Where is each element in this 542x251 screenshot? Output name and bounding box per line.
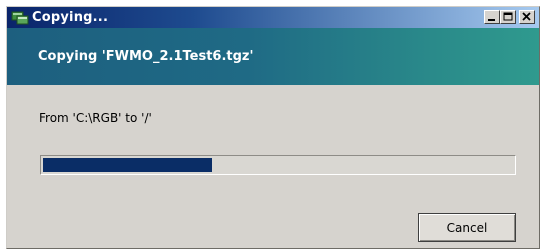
close-button[interactable]	[519, 10, 535, 24]
maximize-button[interactable]	[500, 10, 516, 24]
copying-file-label: Copying 'FWMO_2.1Test6.tgz'	[38, 49, 254, 64]
window-title: Copying...	[32, 10, 109, 25]
close-icon	[522, 12, 531, 21]
source-destination-label: From 'C:\RGB' to '/'	[39, 111, 152, 125]
operation-banner: Copying 'FWMO_2.1Test6.tgz'	[7, 28, 539, 85]
maximize-icon	[503, 12, 513, 21]
minimize-icon	[488, 19, 495, 21]
progress-fill	[43, 158, 212, 172]
copy-dialog-window: Copying... Copying 'FWMO_2.1Test6.tgz' F…	[6, 6, 540, 249]
cancel-button[interactable]: Cancel	[418, 213, 516, 242]
minimize-button[interactable]	[484, 10, 500, 24]
copy-progress-bar	[40, 155, 516, 175]
title-bar[interactable]: Copying...	[7, 7, 539, 28]
copy-files-icon	[11, 10, 29, 25]
